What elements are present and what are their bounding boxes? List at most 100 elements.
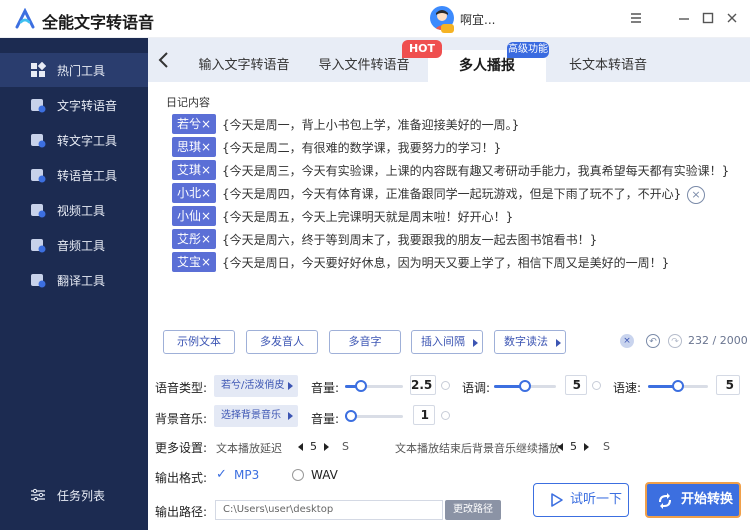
bgm-continue-label: 文本播放结束后背景音乐继续播放 [395, 442, 560, 455]
row-text[interactable]: {今天是周四，今天有体育课，正准备跟同学一起玩游戏，但是下雨了玩不了，不开心} [222, 185, 681, 202]
reset-icon[interactable] [441, 381, 450, 390]
arrow-left-icon[interactable] [298, 443, 303, 451]
volume-slider[interactable] [345, 380, 403, 392]
minimize-icon[interactable] [676, 10, 692, 26]
number-reading-button[interactable]: 数字读法 [494, 330, 566, 354]
maximize-icon[interactable] [700, 10, 716, 26]
sidebar-item-to-speech[interactable]: 转语音工具 [0, 158, 148, 192]
play-icon [551, 493, 563, 507]
speaker-tag[interactable]: 思琪× [172, 137, 216, 157]
voice-type-select[interactable]: 若兮/活泼俏皮 [214, 375, 298, 397]
sidebar-item-label: 热门工具 [57, 64, 106, 78]
sidebar-item-label: 翻译工具 [57, 274, 106, 288]
row-text[interactable]: {今天是周五，今天上完课明天就是周末啦！好开心！} [222, 208, 513, 225]
multi-speaker-button[interactable]: 多发音人 [246, 330, 318, 354]
reset-icon[interactable] [441, 411, 450, 420]
check-icon[interactable]: ✓ [216, 467, 227, 482]
speaker-tag[interactable]: 若兮× [172, 114, 216, 134]
bgm-continue-unit: S [603, 440, 610, 453]
tab-long-text[interactable]: 长文本转语音 [554, 50, 662, 82]
arrow-right-icon[interactable] [324, 443, 329, 451]
menu-icon[interactable] [628, 10, 644, 26]
speed-label: 语速: [613, 381, 642, 395]
sidebar-item-video[interactable]: 视频工具 [0, 193, 148, 227]
speed-slider-knob[interactable] [672, 380, 684, 392]
arrow-right-icon [556, 339, 561, 347]
pitch-value[interactable]: 5 [565, 375, 587, 395]
audio-icon [31, 239, 46, 253]
change-path-button[interactable]: 更改路径 [445, 500, 501, 520]
pitch-slider[interactable] [494, 380, 556, 392]
speaker-tag[interactable]: 小北× [172, 183, 216, 203]
bgm-volume-value[interactable]: 1 [413, 405, 435, 425]
row-text[interactable]: {今天是周二，有很难的数学课，我要努力的学习！} [222, 139, 501, 156]
bgm-volume-label: 音量: [311, 412, 340, 426]
redo-icon[interactable]: ↷ [668, 334, 682, 348]
delay-label: 文本播放延迟 [216, 442, 282, 455]
format-label: 输出格式: [155, 471, 208, 485]
vip-badge-icon [441, 24, 454, 33]
delay-stepper[interactable]: 5 [298, 440, 330, 454]
clear-content-icon[interactable]: × [687, 186, 705, 204]
undo-icon[interactable]: ↶ [646, 334, 660, 348]
arrow-left-icon[interactable] [558, 443, 563, 451]
sidebar-item-text-to-speech[interactable]: 文字转语音 [0, 88, 148, 122]
sidebar: 热门工具 文字转语音 转文字工具 转语音工具 视频工具 音频工具 翻译工具 任务… [0, 38, 148, 530]
sidebar-item-hot-tools[interactable]: 热门工具 [0, 53, 148, 87]
clear-icon[interactable]: × [620, 334, 634, 348]
path-label: 输出路径: [155, 505, 208, 519]
volume-slider-knob[interactable] [355, 380, 367, 392]
grid-icon [31, 62, 46, 77]
sidebar-item-audio[interactable]: 音频工具 [0, 228, 148, 262]
sidebar-item-label: 音频工具 [57, 239, 106, 253]
row-text[interactable]: {今天是周三，今天有实验课，上课的内容既有趣又考研动手能力，我真希望每天都有实验… [222, 162, 729, 179]
bgm-volume-slider-knob[interactable] [345, 410, 357, 422]
listen-button[interactable]: 试听一下 [533, 483, 629, 517]
back-arrow-icon[interactable] [156, 50, 172, 70]
to-text-icon [31, 134, 46, 148]
arrow-right-icon[interactable] [584, 443, 589, 451]
speaker-tag[interactable]: 艾宝× [172, 252, 216, 272]
row-text[interactable]: {今天是周六，终于等到周末了，我要跟我的朋友一起去图书馆看书！} [222, 231, 597, 248]
hot-badge: HOT [402, 40, 442, 58]
delay-unit: S [342, 440, 349, 453]
pitch-label: 语调: [462, 381, 491, 395]
volume-value[interactable]: 2.5 [410, 375, 436, 395]
example-text-button[interactable]: 示例文本 [163, 330, 235, 354]
sidebar-item-translate[interactable]: 翻译工具 [0, 263, 148, 297]
start-convert-button[interactable]: 开始转换 [645, 482, 741, 518]
insert-pause-button[interactable]: 插入间隔 [411, 330, 483, 354]
video-icon [31, 204, 46, 218]
polyphone-button[interactable]: 多音字 [329, 330, 401, 354]
arrow-right-icon [288, 382, 293, 390]
translate-icon [31, 274, 46, 288]
arrow-right-icon [288, 412, 293, 420]
app-title: 全能文字转语音 [42, 13, 155, 32]
sidebar-item-to-text[interactable]: 转文字工具 [0, 123, 148, 157]
speed-slider[interactable] [648, 380, 708, 392]
char-count: 232 / 2000 [688, 334, 748, 347]
text-to-speech-icon [31, 99, 46, 113]
bgm-continue-stepper[interactable]: 5 [558, 440, 590, 454]
format-mp3-option[interactable]: MP3 [234, 468, 259, 482]
bgm-volume-slider[interactable] [345, 410, 403, 422]
speaker-tag[interactable]: 小仙× [172, 206, 216, 226]
voice-type-value: 若兮/活泼俏皮 [221, 380, 285, 391]
bgm-continue-value: 5 [570, 440, 577, 453]
row-text[interactable]: {今天是周日，今天要好好休息，因为明天又要上学了，相信下周又是美好的一周！} [222, 254, 669, 271]
sidebar-item-task-list[interactable]: 任务列表 [0, 478, 148, 512]
format-wav-option[interactable]: WAV [311, 468, 338, 482]
title-bar: 全能文字转语音 啊宜... [0, 0, 750, 38]
bgm-select[interactable]: 选择背景音乐 [214, 405, 298, 427]
pitch-slider-knob[interactable] [519, 380, 531, 392]
speaker-tag[interactable]: 艾彤× [172, 229, 216, 249]
row-text[interactable]: {今天是周一，背上小书包上学，准备迎接美好的一周。} [222, 116, 519, 133]
output-path-input[interactable]: C:\Users\user\desktop [215, 500, 443, 520]
reset-icon[interactable] [592, 381, 601, 390]
speed-value[interactable]: 5 [716, 375, 740, 395]
close-icon[interactable] [724, 10, 740, 26]
format-wav-radio[interactable] [292, 469, 304, 481]
speaker-tag[interactable]: 艾琪× [172, 160, 216, 180]
user-name[interactable]: 啊宜... [460, 11, 495, 28]
tab-input-text[interactable]: 输入文字转语音 [188, 50, 300, 82]
